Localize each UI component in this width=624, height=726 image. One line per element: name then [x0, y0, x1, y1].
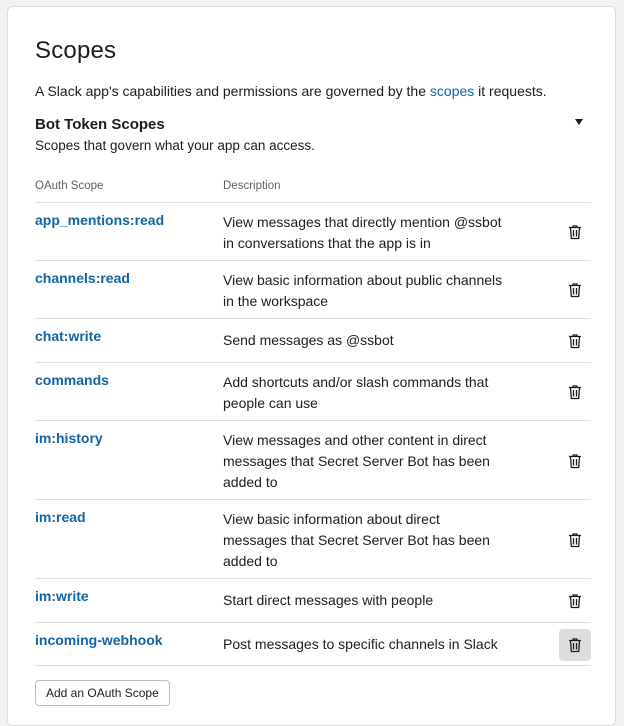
table-row: app_mentions:read View messages that dir… — [35, 202, 591, 260]
description-line: Add shortcuts and/or slash commands that — [223, 374, 489, 390]
delete-scope-button[interactable] — [559, 376, 591, 408]
intro-text-after: it requests. — [474, 83, 547, 99]
intro-text-before: A Slack app's capabilities and permissio… — [35, 83, 430, 99]
delete-scope-button[interactable] — [559, 325, 591, 357]
description-line: View messages that directly mention @ssb… — [223, 214, 502, 230]
trash-icon — [569, 225, 581, 240]
trash-icon — [569, 385, 581, 400]
scope-name[interactable]: im:history — [35, 430, 103, 446]
delete-scope-button[interactable] — [559, 585, 591, 617]
scope-description: View messages and other content in direc… — [223, 430, 523, 493]
scope-name[interactable]: im:write — [35, 588, 89, 604]
delete-scope-button[interactable] — [559, 274, 591, 306]
trash-icon — [569, 533, 581, 548]
description-line: added to — [223, 553, 278, 569]
table-row: chat:write Send messages as @ssbot — [35, 318, 591, 362]
scopes-link[interactable]: scopes — [430, 83, 474, 99]
table-row: im:history View messages and other conte… — [35, 420, 591, 499]
trash-icon — [569, 638, 581, 653]
page-title: Scopes — [35, 37, 117, 64]
table-row: commands Add shortcuts and/or slash comm… — [35, 362, 591, 420]
scopes-table: app_mentions:read View messages that dir… — [35, 202, 591, 666]
table-row: im:read View basic information about dir… — [35, 499, 591, 578]
description-line: Start direct messages with people — [223, 592, 434, 608]
scope-description: Add shortcuts and/or slash commands that… — [223, 372, 523, 414]
delete-scope-button[interactable] — [559, 629, 591, 661]
scopes-card: Scopes A Slack app's capabilities and pe… — [7, 6, 616, 726]
description-line: messages that Secret Server Bot has been — [223, 532, 490, 548]
table-row: im:write Start direct messages with peop… — [35, 578, 591, 622]
scope-description: View messages that directly mention @ssb… — [223, 212, 523, 254]
column-header-scope: OAuth Scope — [35, 180, 104, 192]
scope-description: Send messages as @ssbot — [223, 330, 523, 351]
bot-token-scopes-title: Bot Token Scopes — [35, 116, 165, 133]
description-line: Post messages to specific channels in Sl… — [223, 636, 498, 652]
table-row: channels:read View basic information abo… — [35, 260, 591, 318]
scope-description: Post messages to specific channels in Sl… — [223, 634, 523, 655]
delete-scope-button[interactable] — [559, 445, 591, 477]
scope-description: View basic information about direct mess… — [223, 509, 523, 572]
trash-icon — [569, 454, 581, 469]
bot-token-scopes-subtitle: Scopes that govern what your app can acc… — [35, 138, 315, 153]
description-line: messages that Secret Server Bot has been — [223, 453, 490, 469]
scope-name[interactable]: im:read — [35, 509, 86, 525]
description-line: in the workspace — [223, 293, 329, 309]
trash-icon — [569, 594, 581, 609]
table-row: incoming-webhook Post messages to specif… — [35, 622, 591, 666]
scope-name[interactable]: app_mentions:read — [35, 212, 164, 228]
scope-name[interactable]: chat:write — [35, 328, 101, 344]
scopes-intro: A Slack app's capabilities and permissio… — [35, 81, 547, 101]
scope-name[interactable]: incoming-webhook — [35, 632, 163, 648]
scope-name[interactable]: commands — [35, 372, 109, 388]
scope-description: Start direct messages with people — [223, 590, 523, 611]
scope-name[interactable]: channels:read — [35, 270, 130, 286]
scope-description: View basic information about public chan… — [223, 270, 523, 312]
description-line: View basic information about public chan… — [223, 272, 503, 288]
caret-down-icon[interactable] — [575, 119, 583, 125]
delete-scope-button[interactable] — [559, 524, 591, 556]
description-line: View basic information about direct — [223, 511, 440, 527]
trash-icon — [569, 283, 581, 298]
description-line: added to — [223, 474, 278, 490]
trash-icon — [569, 334, 581, 349]
column-header-description: Description — [223, 180, 281, 192]
description-line: in conversations that the app is in — [223, 235, 431, 251]
delete-scope-button[interactable] — [559, 216, 591, 248]
description-line: Send messages as @ssbot — [223, 332, 394, 348]
description-line: View messages and other content in direc… — [223, 432, 487, 448]
description-line: people can use — [223, 395, 318, 411]
add-oauth-scope-button[interactable]: Add an OAuth Scope — [35, 680, 170, 706]
